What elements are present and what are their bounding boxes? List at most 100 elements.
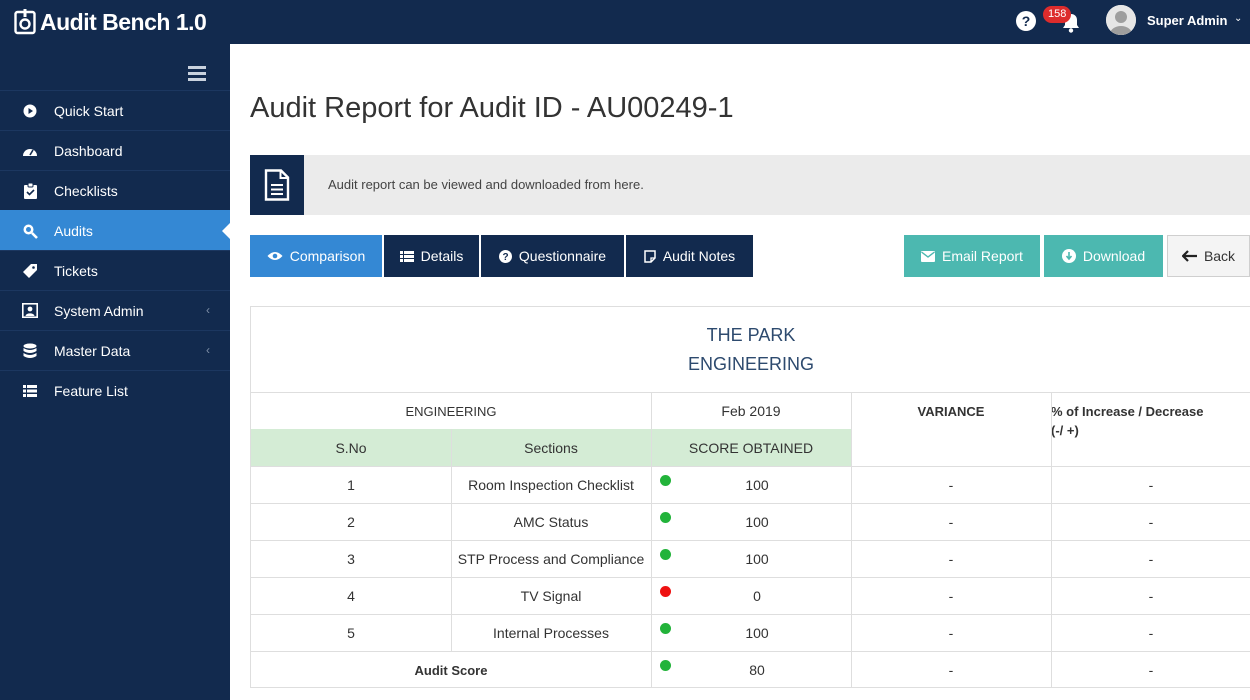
tab-details[interactable]: Details bbox=[384, 235, 479, 277]
note-icon bbox=[644, 249, 656, 263]
row-sno: 2 bbox=[251, 503, 451, 540]
dashboard-gauge-icon bbox=[22, 143, 38, 159]
row-pct: - bbox=[1051, 503, 1250, 540]
sidebar-item-feature-list[interactable]: Feature List bbox=[0, 370, 230, 410]
sidebar-item-label: Quick Start bbox=[54, 102, 124, 119]
row-score: 100 bbox=[651, 466, 851, 503]
search-audit-icon bbox=[22, 223, 38, 239]
row-score: 0 bbox=[651, 577, 851, 614]
sidebar-item-label: Audits bbox=[54, 222, 93, 239]
document-icon bbox=[250, 155, 304, 215]
tab-comparison[interactable]: Comparison bbox=[250, 235, 382, 277]
question-circle-icon: ? bbox=[498, 249, 512, 263]
user-name[interactable]: Super Admin bbox=[1147, 13, 1227, 28]
tab-label: Questionnaire bbox=[518, 248, 607, 264]
arrow-left-icon bbox=[1181, 250, 1197, 262]
clipboard-icon bbox=[22, 182, 38, 199]
row-score: 100 bbox=[651, 540, 851, 577]
help-icon[interactable]: ? bbox=[1016, 11, 1036, 31]
app-logo[interactable]: Audit Bench 1.0 bbox=[14, 8, 207, 36]
sidebar-nav: Quick Start Dashboard Checklists Audits … bbox=[0, 90, 230, 410]
column-header-score: SCORE OBTAINED bbox=[651, 429, 851, 466]
period-header: Feb 2019 bbox=[651, 392, 851, 429]
back-button[interactable]: Back bbox=[1167, 235, 1250, 277]
column-header-sno: S.No bbox=[251, 429, 451, 466]
sidebar-item-dashboard[interactable]: Dashboard bbox=[0, 130, 230, 170]
eye-icon bbox=[267, 251, 283, 261]
row-pct: - bbox=[1051, 466, 1250, 503]
grid-line bbox=[1051, 392, 1052, 688]
sidebar-item-label: Tickets bbox=[54, 262, 98, 279]
row-section: TV Signal bbox=[451, 577, 651, 614]
avatar-silhouette-icon bbox=[1106, 5, 1136, 35]
button-label: Email Report bbox=[942, 248, 1023, 264]
download-button[interactable]: Download bbox=[1044, 235, 1163, 277]
envelope-icon bbox=[921, 250, 936, 262]
grid-line bbox=[851, 392, 852, 688]
row-variance: - bbox=[851, 466, 1051, 503]
tab-label: Comparison bbox=[289, 248, 366, 264]
row-section: Internal Processes bbox=[451, 614, 651, 651]
report-header: THE PARK ENGINEERING bbox=[251, 307, 1250, 392]
row-section: STP Process and Compliance bbox=[451, 540, 651, 577]
list-icon bbox=[22, 383, 38, 399]
department-name: ENGINEERING bbox=[687, 354, 815, 374]
list-icon bbox=[399, 250, 414, 262]
sidebar-item-label: Master Data bbox=[54, 342, 131, 359]
variance-header: VARIANCE bbox=[851, 392, 1051, 466]
status-dot-green bbox=[660, 623, 671, 634]
user-avatar[interactable] bbox=[1106, 5, 1136, 35]
tab-label: Audit Notes bbox=[662, 248, 736, 264]
row-variance: - bbox=[851, 540, 1051, 577]
sidebar-item-quick-start[interactable]: Quick Start bbox=[0, 90, 230, 130]
tab-questionnaire[interactable]: ? Questionnaire bbox=[481, 235, 624, 277]
button-label: Back bbox=[1203, 248, 1236, 264]
hamburger-menu-icon[interactable] bbox=[188, 66, 206, 82]
status-dot-green bbox=[660, 549, 671, 560]
sidebar-item-master-data[interactable]: Master Data ‹ bbox=[0, 330, 230, 370]
pct-header-text: % of Increase / Decrease bbox=[1051, 404, 1204, 419]
status-dot-red bbox=[660, 586, 671, 597]
row-score: 100 bbox=[651, 614, 851, 651]
row-section: AMC Status bbox=[451, 503, 651, 540]
email-report-button[interactable]: Email Report bbox=[904, 235, 1040, 277]
button-label: Download bbox=[1082, 248, 1146, 264]
row-score: 100 bbox=[651, 503, 851, 540]
sidebar-item-tickets[interactable]: Tickets bbox=[0, 250, 230, 290]
status-dot-green bbox=[660, 660, 671, 671]
notification-count-badge: 158 bbox=[1043, 6, 1072, 23]
status-dot-green bbox=[660, 512, 671, 523]
play-circle-icon bbox=[22, 103, 38, 119]
svg-text:?: ? bbox=[502, 252, 508, 263]
audit-report-table: THE PARK ENGINEERING ENGINEERING Feb 201… bbox=[250, 306, 1250, 688]
row-variance: - bbox=[851, 503, 1051, 540]
sidebar: Quick Start Dashboard Checklists Audits … bbox=[0, 44, 230, 700]
page-title: Audit Report for Audit ID - AU00249-1 bbox=[250, 92, 734, 124]
sidebar-item-audits[interactable]: Audits bbox=[0, 210, 230, 250]
row-sno: 1 bbox=[251, 466, 451, 503]
row-sno: 4 bbox=[251, 577, 451, 614]
row-sno: 3 bbox=[251, 540, 451, 577]
sidebar-item-system-admin[interactable]: System Admin ‹ bbox=[0, 290, 230, 330]
row-sno: 5 bbox=[251, 614, 451, 651]
audit-score-label: Audit Score bbox=[251, 651, 651, 688]
grid-line bbox=[651, 392, 652, 688]
top-bar: Audit Bench 1.0 ? 158 Super Admin ⌄ bbox=[0, 0, 1250, 44]
ticket-icon bbox=[22, 263, 38, 279]
sidebar-item-label: Dashboard bbox=[54, 142, 123, 159]
chevron-down-icon[interactable]: ⌄ bbox=[1234, 13, 1242, 24]
row-variance: - bbox=[851, 614, 1051, 651]
tab-label: Details bbox=[420, 248, 464, 264]
row-pct: - bbox=[1051, 577, 1250, 614]
tab-audit-notes[interactable]: Audit Notes bbox=[626, 235, 753, 277]
sidebar-item-label: Feature List bbox=[54, 382, 128, 399]
database-icon bbox=[22, 343, 38, 359]
chevron-left-icon: ‹ bbox=[206, 343, 210, 357]
group-header: ENGINEERING bbox=[251, 392, 651, 429]
column-header-sections: Sections bbox=[451, 429, 651, 466]
row-pct: - bbox=[1051, 614, 1250, 651]
sidebar-item-label: Checklists bbox=[54, 182, 118, 199]
row-variance: - bbox=[851, 577, 1051, 614]
logo-icon bbox=[14, 9, 36, 35]
sidebar-item-checklists[interactable]: Checklists bbox=[0, 170, 230, 210]
